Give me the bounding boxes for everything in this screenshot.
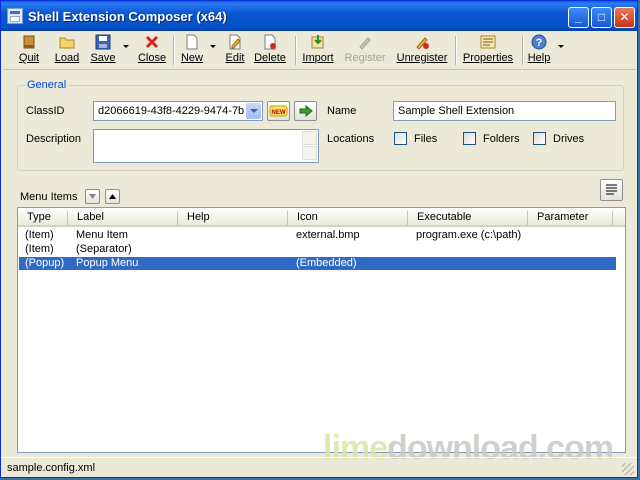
column-header-executable[interactable]: Executable <box>408 211 528 225</box>
column-header-parameter[interactable]: Parameter <box>528 211 613 225</box>
new-button[interactable]: New <box>179 34 205 66</box>
toolbar-separator <box>295 36 297 65</box>
unregister-button[interactable]: Unregister <box>394 34 450 66</box>
title-bar[interactable]: Shell Extension Composer (x64) _ □ ✕ <box>1 1 637 31</box>
window-title: Shell Extension Composer (x64) <box>28 9 227 24</box>
resize-grip-icon[interactable] <box>622 463 634 475</box>
files-checkbox[interactable] <box>394 132 407 145</box>
toolbar-separator <box>173 36 175 65</box>
scroll-up-icon[interactable] <box>302 131 317 145</box>
toolbar-separator <box>455 36 457 65</box>
description-label: Description <box>26 133 82 145</box>
import-button[interactable]: Import <box>301 34 335 66</box>
close-window-button[interactable]: ✕ <box>614 7 635 28</box>
register-icon <box>357 34 373 50</box>
description-field[interactable] <box>93 129 319 163</box>
new-classid-button[interactable]: NEW <box>267 101 290 121</box>
register-button[interactable]: Register <box>343 34 387 66</box>
table-row-selected[interactable]: (Popup) Popup Menu (Embedded) <box>19 257 616 270</box>
save-dropdown-arrow-icon[interactable] <box>123 45 129 48</box>
locations-label: Locations <box>327 133 375 145</box>
status-bar: sample.config.xml <box>1 457 637 478</box>
details-view-button[interactable] <box>600 179 623 201</box>
help-dropdown-arrow-icon[interactable] <box>558 45 564 48</box>
maximize-button[interactable]: □ <box>591 7 612 28</box>
svg-text:?: ? <box>536 37 543 49</box>
edit-button[interactable]: Edit <box>223 34 247 66</box>
table-row[interactable]: (Item) Menu Item external.bmp program.ex… <box>19 229 616 242</box>
move-up-button[interactable] <box>105 189 120 204</box>
toolbar-separator <box>522 36 524 65</box>
new-badge-icon: NEW <box>272 110 286 116</box>
name-field[interactable]: Sample Shell Extension <box>393 101 616 121</box>
name-label: Name <box>327 105 357 117</box>
minimize-button[interactable]: _ <box>568 7 589 28</box>
description-scrollbar[interactable] <box>302 131 317 161</box>
move-up-icon <box>109 194 116 199</box>
unregister-icon <box>414 34 430 50</box>
apply-classid-button[interactable] <box>294 101 317 121</box>
load-button[interactable]: Load <box>53 34 81 66</box>
classid-label: ClassID <box>26 105 65 117</box>
table-row[interactable]: (Item) (Separator) <box>19 243 616 256</box>
scroll-down-icon[interactable] <box>302 146 317 160</box>
column-header-help[interactable]: Help <box>178 211 288 225</box>
quit-button[interactable]: Quit <box>16 34 42 66</box>
new-document-icon <box>184 34 200 50</box>
drives-label: Drives <box>553 133 585 145</box>
folders-label: Folders <box>483 133 520 145</box>
column-header-icon[interactable]: Icon <box>288 211 408 225</box>
floppy-disk-icon <box>95 34 111 50</box>
quit-icon <box>21 34 37 50</box>
menu-items-list[interactable]: Type Label Help Icon Executable Paramete… <box>17 207 626 453</box>
green-arrow-icon <box>299 104 313 118</box>
column-header-type[interactable]: Type <box>18 211 68 225</box>
delete-button[interactable]: Delete <box>252 34 288 66</box>
files-label: Files <box>414 133 438 145</box>
main-window: Shell Extension Composer (x64) _ □ ✕ Qui… <box>0 0 638 478</box>
chevron-down-icon[interactable] <box>246 103 261 119</box>
properties-button[interactable]: Properties <box>460 34 516 66</box>
move-down-icon <box>89 194 96 199</box>
properties-icon <box>480 34 496 50</box>
edit-pencil-icon <box>227 34 243 50</box>
status-text: sample.config.xml <box>7 462 96 474</box>
app-icon <box>7 8 23 24</box>
drives-checkbox[interactable] <box>533 132 546 145</box>
column-header-label[interactable]: Label <box>68 211 178 225</box>
classid-value: d2066619-43f8-4229-9474-7b1 <box>98 105 244 117</box>
list-header: Type Label Help Icon Executable Paramete… <box>18 208 625 227</box>
folders-checkbox[interactable] <box>463 132 476 145</box>
menu-items-label: Menu Items <box>20 191 78 203</box>
help-button[interactable]: ? Help <box>527 34 551 66</box>
delete-document-icon <box>262 34 278 50</box>
import-icon <box>310 34 326 50</box>
save-button[interactable]: Save <box>89 34 117 66</box>
help-question-icon: ? <box>531 34 547 50</box>
move-down-button[interactable] <box>85 189 100 204</box>
text-lines-icon <box>606 184 617 195</box>
toolbar: Quit Load Save Close New Edit Delete Imp… <box>4 33 636 70</box>
red-x-icon <box>144 34 160 50</box>
folder-open-icon <box>59 34 75 50</box>
new-dropdown-arrow-icon[interactable] <box>210 45 216 48</box>
classid-combobox[interactable]: d2066619-43f8-4229-9474-7b1 <box>93 101 263 121</box>
general-group-title: General <box>25 79 69 91</box>
close-button[interactable]: Close <box>137 34 167 66</box>
